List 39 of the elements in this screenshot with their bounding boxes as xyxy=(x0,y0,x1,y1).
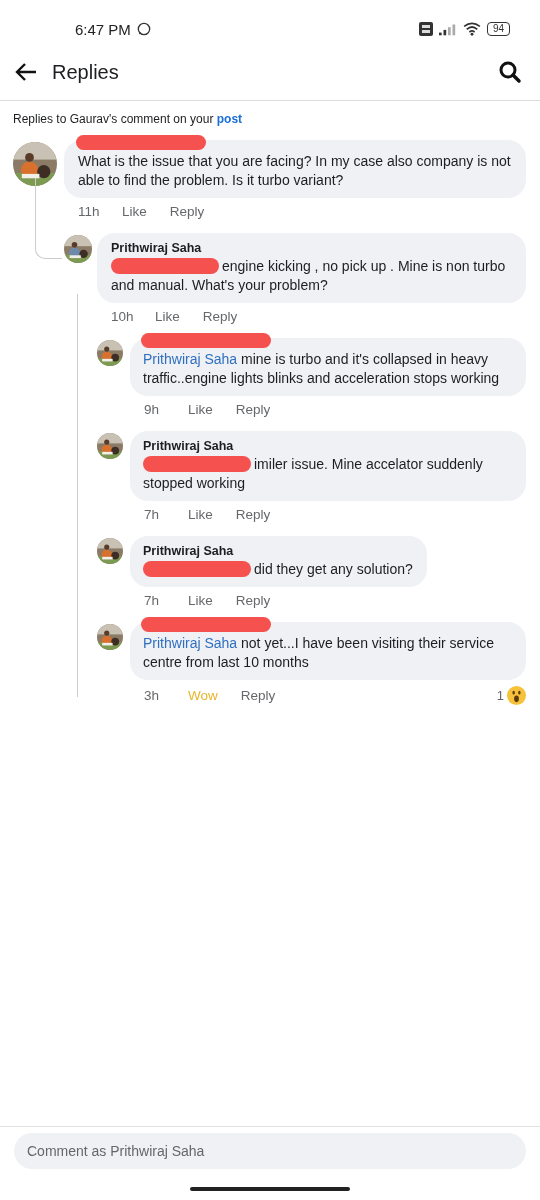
reply-button[interactable]: Reply xyxy=(235,507,271,522)
post-link[interactable]: post xyxy=(216,112,243,126)
comment-text: Prithwiraj Saha not yet...I have been visiting their service centre from last 10 months xyxy=(143,634,495,672)
search-icon[interactable] xyxy=(498,60,522,84)
reply-button[interactable]: Reply xyxy=(202,309,238,324)
reaction-button[interactable]: Like xyxy=(188,593,213,608)
reaction-button[interactable]: Like xyxy=(155,309,180,324)
reaction-button[interactable]: Like xyxy=(122,204,147,219)
signal-icon xyxy=(438,22,457,36)
reply-button[interactable]: Reply xyxy=(240,688,276,703)
commenter-name[interactable]: Prithwiraj Saha xyxy=(143,438,512,455)
commenter-name[interactable]: Prithwiraj Saha xyxy=(143,543,413,560)
comment-text: engine kicking , no pick up . Mine is non turbo and manual. What's your problem? xyxy=(111,257,507,295)
reaction-button[interactable]: Like xyxy=(188,507,213,522)
status-time: 6:47 PM xyxy=(75,20,131,38)
comment-time: 11h xyxy=(78,204,101,219)
replies-context-text: Replies to Gaurav's comment on your post xyxy=(13,112,244,126)
mention-link[interactable]: Prithwiraj Saha xyxy=(143,635,238,651)
comment-text: Prithwiraj Saha mine is turbo and it's collapsed in heavy traffic..engine lights blinks and acceleration stops working xyxy=(143,350,501,388)
reply-button[interactable]: Reply xyxy=(235,402,271,417)
comment-text: What is the issue that you are facing? In my case also company is not able to find the problem. Is it turbo variant? xyxy=(78,152,512,190)
comment-time: 3h xyxy=(144,688,161,703)
comment-time: 7h xyxy=(144,507,161,522)
commenter-name[interactable]: Prithwiraj Saha xyxy=(111,240,512,257)
battery-indicator: 94 xyxy=(486,22,510,36)
comment-time: 10h xyxy=(111,309,135,324)
page-title: Replies xyxy=(52,60,119,84)
comment-text: imiler issue. Mine accelator suddenly stopped working xyxy=(143,455,484,493)
wow-emoji-icon xyxy=(507,686,526,705)
reaction-count: 1 xyxy=(496,688,504,703)
reply-button[interactable]: Reply xyxy=(235,593,271,608)
reaction-button[interactable]: Like xyxy=(188,402,213,417)
comment-input-field[interactable]: Comment as Prithwiraj Saha xyxy=(14,1133,526,1169)
wifi-icon xyxy=(462,22,481,36)
comment-time: 9h xyxy=(144,402,161,417)
comment-time: 7h xyxy=(144,593,161,608)
mention-link[interactable]: Prithwiraj Saha xyxy=(143,351,238,367)
comment-text: did they get any solution? xyxy=(143,560,413,579)
reply-button[interactable]: Reply xyxy=(169,204,205,219)
